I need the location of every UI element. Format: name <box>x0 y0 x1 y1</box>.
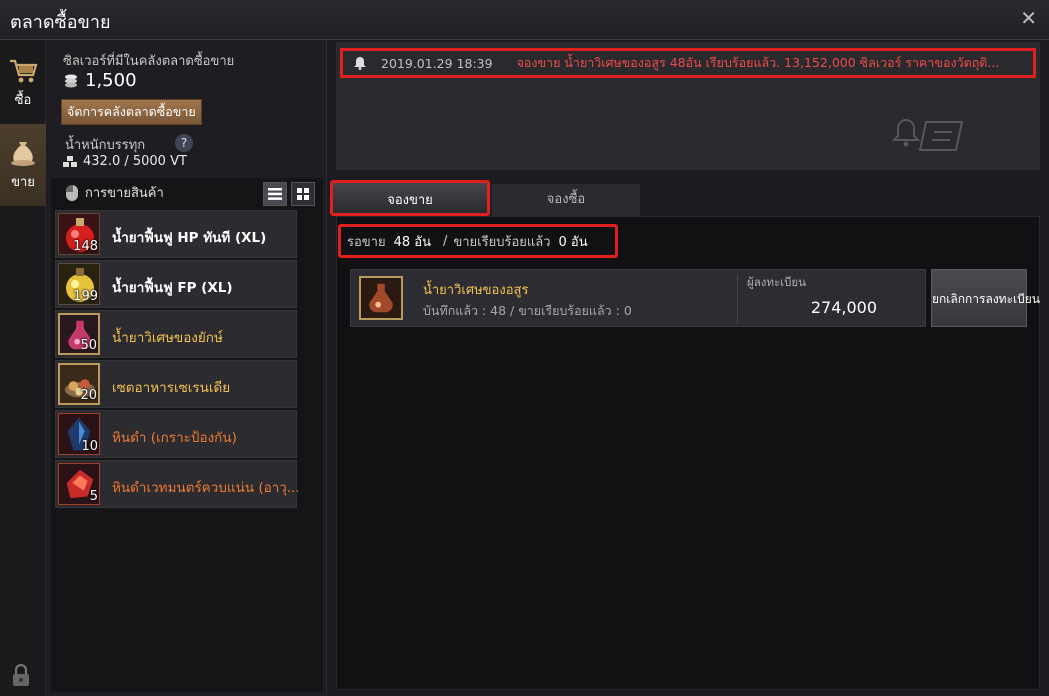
grid-view-button[interactable] <box>291 182 315 206</box>
bell-icon <box>354 57 366 70</box>
tab-sell-reserve[interactable]: จองขาย <box>330 180 490 216</box>
concentrated-black-stone-icon: 5 <box>58 463 100 505</box>
registered-item-details: บันทึกแล้ว : 48 / ขายเรียบร้อยแล้ว : 0 <box>423 303 632 318</box>
registered-item-name: น้ำยาวิเศษของอสูร <box>423 283 529 298</box>
cancel-registration-button[interactable]: ยกเลิกการลงทะเบียน <box>931 269 1040 327</box>
cart-icon <box>10 59 38 82</box>
item-count: 20 <box>80 388 97 403</box>
waiting-value: 48 อัน <box>393 234 431 250</box>
giant-elixir-icon: 50 <box>58 313 100 355</box>
list-view-icon <box>268 188 282 200</box>
notification-panel: 2019.01.29 18:39 จองขาย น้ำยาวิเศษของอสู… <box>336 42 1040 170</box>
divider <box>737 274 738 324</box>
hp-potion-icon: 148 <box>58 213 100 255</box>
sell-list-item[interactable]: 199 น้ำยาฟื้นฟู FP (XL) <box>55 260 297 308</box>
help-icon[interactable]: ? <box>175 134 193 152</box>
silver-coins-icon <box>65 74 77 87</box>
sell-list-item[interactable]: 5 หินดำเวทมนตร์ควบแน่น (อาวุ... <box>55 460 298 508</box>
item-name: น้ำยาฟื้นฟู FP (XL) <box>112 280 233 296</box>
weight-info: 432.0 / 5000 VT <box>63 154 187 169</box>
sell-list-item[interactable]: 50 น้ำยาวิเศษของยักษ์ <box>55 310 297 358</box>
demon-elixir-icon <box>359 276 403 320</box>
item-name: หินดำ (เกราะป้องกัน) <box>112 430 237 446</box>
silver-balance: 1,500 <box>63 70 137 91</box>
sell-item-list: 148 น้ำยาฟื้นฟู HP ทันที (XL) 199 น้ำยาฟ… <box>55 210 298 510</box>
mouse-icon <box>66 184 78 201</box>
price-label: ผู้ลงทะเบียน <box>747 275 806 289</box>
registered-price: 274,000 <box>810 298 877 317</box>
lock-icon[interactable] <box>10 664 32 688</box>
weight-label: น้ำหนักบรรทุก <box>65 138 146 153</box>
notice-bell-scroll-icon <box>892 118 964 151</box>
item-name: น้ำยาฟื้นฟู HP ทันที (XL) <box>112 230 267 246</box>
notification-time: 2019.01.29 18:39 <box>381 55 493 71</box>
notification-row: 2019.01.29 18:39 จองขาย น้ำยาวิเศษของอสู… <box>340 48 1036 78</box>
sale-count-bar: รอขาย 48 อัน / ขายเรียบร้อยแล้ว 0 อัน <box>338 224 618 258</box>
waiting-label: รอขาย <box>347 234 386 250</box>
silver-label: ซิลเวอร์ที่มีในคลังตลาดซื้อขาย <box>63 54 235 69</box>
sell-list-panel: การขายสินค้า 148 น้ำยาฟื้นฟู HP ทันที (X… <box>51 178 323 692</box>
window-title: ตลาดซื้อขาย <box>10 12 111 33</box>
food-set-icon: 20 <box>58 363 100 405</box>
nav-buy-label: ซื้อ <box>14 92 32 108</box>
item-name: น้ำยาวิเศษของยักษ์ <box>112 330 223 346</box>
item-count: 50 <box>80 338 97 353</box>
sold-value: 0 อัน <box>558 234 588 250</box>
manage-warehouse-button[interactable]: จัดการคลังตลาดซื้อขาย <box>61 99 202 125</box>
separator: / <box>442 233 448 249</box>
sell-list-item[interactable]: 20 เซตอาหารเซเรนเดีย <box>55 360 297 408</box>
fp-potion-icon: 199 <box>58 263 100 305</box>
silver-amount: 1,500 <box>85 70 137 91</box>
item-count: 5 <box>89 489 98 504</box>
item-count: 199 <box>73 289 98 304</box>
sell-list-item[interactable]: 148 น้ำยาฟื้นฟู HP ทันที (XL) <box>55 210 297 258</box>
weight-value: 432.0 / 5000 VT <box>83 154 187 169</box>
money-bag-icon <box>11 141 35 166</box>
left-panel: ซิลเวอร์ที่มีในคลังตลาดซื้อขาย 1,500 จัด… <box>47 40 327 696</box>
item-count: 10 <box>81 439 98 454</box>
sell-list-header: การขายสินค้า <box>65 182 164 203</box>
notification-message: จองขาย น้ำยาวิเศษของอสูร 48อัน เรียบร้อย… <box>516 55 1000 70</box>
registered-item-row[interactable]: น้ำยาวิเศษของอสูร บันทึกแล้ว : 48 / ขายเ… <box>350 269 926 327</box>
sold-label: ขายเรียบร้อยแล้ว <box>453 234 551 250</box>
nav-sell-label: ขาย <box>11 174 35 190</box>
item-count: 148 <box>73 239 98 254</box>
main-panel: รอขาย 48 อัน / ขายเรียบร้อยแล้ว 0 อัน น้… <box>336 216 1040 690</box>
weight-icon <box>63 155 77 167</box>
nav-column: ซื้อ ขาย <box>0 40 46 696</box>
close-icon[interactable]: ✕ <box>1020 6 1037 30</box>
item-name: หินดำเวทมนตร์ควบแน่น (อาวุ... <box>112 480 298 496</box>
elixir-graphic <box>369 283 393 313</box>
nav-sell-button[interactable]: ขาย <box>0 124 46 206</box>
grid-view-icon <box>297 188 309 200</box>
list-view-button[interactable] <box>263 182 287 206</box>
sell-list-item[interactable]: 10 หินดำ (เกราะป้องกัน) <box>55 410 297 458</box>
black-stone-armor-icon: 10 <box>58 413 100 455</box>
sell-list-title: การขายสินค้า <box>85 186 164 201</box>
title-bar: ตลาดซื้อขาย ✕ <box>0 0 1049 40</box>
tab-buy-reserve[interactable]: จองซื้อ <box>492 184 640 216</box>
item-name: เซตอาหารเซเรนเดีย <box>112 380 231 396</box>
nav-buy-button[interactable]: ซื้อ <box>0 42 46 124</box>
